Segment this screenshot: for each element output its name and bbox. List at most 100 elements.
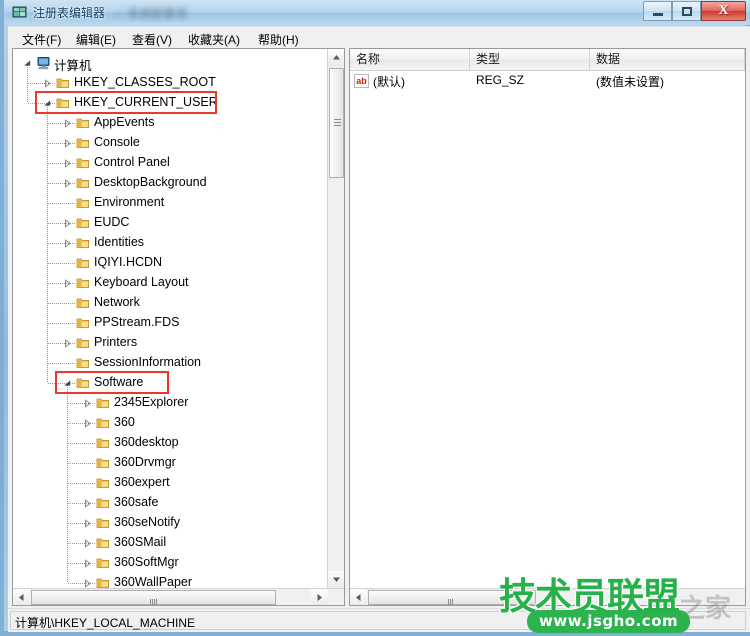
tree-scroll-thumb[interactable] bbox=[329, 68, 344, 178]
expand-arrow-icon[interactable] bbox=[43, 79, 52, 88]
collapse-arrow-icon[interactable] bbox=[23, 59, 32, 68]
tree-item-360[interactable]: 360 bbox=[13, 413, 329, 433]
tree-item-360drvmgr[interactable]: 360Drvmgr bbox=[13, 453, 329, 473]
tree-item-iqiyi-hcdn[interactable]: IQIYI.HCDN bbox=[13, 253, 329, 273]
tree-vertical-scrollbar[interactable] bbox=[327, 49, 344, 588]
tree-hscroll-thumb[interactable] bbox=[31, 590, 276, 605]
collapse-arrow-icon[interactable] bbox=[63, 379, 72, 388]
tree-item-360safe[interactable]: 360safe bbox=[13, 493, 329, 513]
tree-item-sessioninformation[interactable]: SessionInformation bbox=[13, 353, 329, 373]
close-icon: X bbox=[718, 3, 729, 18]
value-type: REG_SZ bbox=[476, 73, 525, 87]
expand-arrow-icon[interactable] bbox=[83, 519, 92, 528]
column-header-2[interactable]: 数据 bbox=[590, 49, 745, 70]
tree-horizontal-scrollbar[interactable] bbox=[13, 588, 344, 605]
column-header-0[interactable]: 名称 bbox=[350, 49, 470, 70]
maximize-icon bbox=[682, 7, 692, 16]
tree-item-hkey-classes-root[interactable]: HKEY_CLASSES_ROOT bbox=[13, 73, 329, 93]
status-bar: 计算机\HKEY_LOCAL_MACHINE bbox=[8, 608, 750, 632]
expand-arrow-icon[interactable] bbox=[83, 399, 92, 408]
tree-item-appevents[interactable]: AppEvents bbox=[13, 113, 329, 133]
expand-arrow-icon[interactable] bbox=[63, 119, 72, 128]
expand-arrow-icon[interactable] bbox=[83, 579, 92, 588]
values-horizontal-scrollbar[interactable] bbox=[350, 588, 745, 605]
tree-item-network[interactable]: Network bbox=[13, 293, 329, 313]
tree-item-[interactable]: 计算机 bbox=[13, 53, 329, 73]
tree-item-identities[interactable]: Identities bbox=[13, 233, 329, 253]
tree-scroll-right-button[interactable] bbox=[311, 589, 328, 605]
registry-tree-pane[interactable]: 计算机 HKEY_CLASSES_ROOT HKEY_CURRENT_USER App… bbox=[12, 48, 345, 606]
value-row[interactable]: ab (默认) REG_SZ (数值未设置) bbox=[350, 72, 745, 91]
tree-item-control-panel[interactable]: Control Panel bbox=[13, 153, 329, 173]
tree-item-2345explorer[interactable]: 2345Explorer bbox=[13, 393, 329, 413]
folder-icon bbox=[76, 296, 90, 310]
tree-item-console[interactable]: Console bbox=[13, 133, 329, 153]
tree-scroll-down-button[interactable] bbox=[328, 571, 344, 588]
minimize-button[interactable] bbox=[643, 1, 672, 21]
tree-scroll-up-button[interactable] bbox=[328, 49, 344, 66]
menu-item-3[interactable]: 收藏夹(A) bbox=[182, 30, 246, 49]
tree-item-label: HKEY_CURRENT_USER bbox=[74, 95, 218, 109]
maximize-button[interactable] bbox=[672, 1, 701, 21]
expand-arrow-icon[interactable] bbox=[63, 279, 72, 288]
tree-item-label: Network bbox=[94, 295, 140, 309]
computer-icon bbox=[36, 56, 51, 70]
folder-icon bbox=[56, 96, 70, 110]
menu-item-1[interactable]: 编辑(E) bbox=[70, 30, 122, 49]
tree-item-360expert[interactable]: 360expert bbox=[13, 473, 329, 493]
tree-item-printers[interactable]: Printers bbox=[13, 333, 329, 353]
folder-icon bbox=[76, 316, 90, 330]
expand-arrow-icon[interactable] bbox=[83, 559, 92, 568]
client-area: 计算机 HKEY_CLASSES_ROOT HKEY_CURRENT_USER App… bbox=[8, 48, 750, 608]
column-header-1[interactable]: 类型 bbox=[470, 49, 590, 70]
tree-item-label: Identities bbox=[94, 235, 145, 249]
expand-arrow-icon[interactable] bbox=[63, 239, 72, 248]
tree-item-360senotify[interactable]: 360seNotify bbox=[13, 513, 329, 533]
expand-arrow-icon[interactable] bbox=[63, 339, 72, 348]
expand-arrow-icon[interactable] bbox=[63, 159, 72, 168]
tree-item-label: 360Drvmgr bbox=[114, 455, 176, 469]
tree-item-eudc[interactable]: EUDC bbox=[13, 213, 329, 233]
tree-item-label: 360safe bbox=[114, 495, 159, 509]
expand-arrow-icon[interactable] bbox=[83, 419, 92, 428]
value-name: (默认) bbox=[373, 75, 405, 89]
expand-arrow-icon[interactable] bbox=[63, 179, 72, 188]
tree-item-360wallpaper[interactable]: 360WallPaper bbox=[13, 573, 329, 589]
tree-item-software[interactable]: Software bbox=[13, 373, 329, 393]
tree-item-desktopbackground[interactable]: DesktopBackground bbox=[13, 173, 329, 193]
tree-item-label: Printers bbox=[94, 335, 138, 349]
menu-item-2[interactable]: 查看(V) bbox=[126, 30, 178, 49]
expand-arrow-icon[interactable] bbox=[83, 499, 92, 508]
folder-icon bbox=[96, 416, 110, 430]
window-title: 注册表编辑器 bbox=[33, 6, 106, 20]
tree-item-label: 360SoftMgr bbox=[114, 555, 179, 569]
collapse-arrow-icon[interactable] bbox=[43, 99, 52, 108]
folder-icon bbox=[96, 556, 110, 570]
title-bar[interactable]: 注册表编辑器 — 系统配置项 X bbox=[4, 0, 750, 25]
expand-arrow-icon[interactable] bbox=[63, 139, 72, 148]
tree-item-360desktop[interactable]: 360desktop bbox=[13, 433, 329, 453]
menu-item-4[interactable]: 帮助(H) bbox=[252, 30, 305, 49]
values-hscroll-thumb[interactable] bbox=[368, 590, 536, 605]
close-button[interactable]: X bbox=[701, 1, 746, 21]
tree-item-label: 360desktop bbox=[114, 435, 179, 449]
menu-bar: 文件(F) 编辑(E) 查看(V) 收藏夹(A) 帮助(H) bbox=[8, 26, 750, 49]
tree-scroll-left-button[interactable] bbox=[13, 589, 30, 605]
menu-item-0[interactable]: 文件(F) bbox=[16, 30, 67, 49]
tree-item-environment[interactable]: Environment bbox=[13, 193, 329, 213]
tree-item-ppstream-fds[interactable]: PPStream.FDS bbox=[13, 313, 329, 333]
tree-item-hkey-current-user[interactable]: HKEY_CURRENT_USER bbox=[13, 93, 329, 113]
folder-icon bbox=[96, 456, 110, 470]
folder-icon bbox=[76, 176, 90, 190]
tree-item-360softmgr[interactable]: 360SoftMgr bbox=[13, 553, 329, 573]
values-scroll-left-button[interactable] bbox=[350, 589, 367, 605]
registry-values-pane[interactable]: 名称 类型 数据 ab (默认) REG_SZ (数值未设置) bbox=[349, 48, 746, 606]
tree-guide-tick bbox=[48, 363, 76, 364]
folder-icon bbox=[76, 136, 90, 150]
folder-icon bbox=[96, 476, 110, 490]
expand-arrow-icon[interactable] bbox=[63, 219, 72, 228]
tree-item-360smail[interactable]: 360SMail bbox=[13, 533, 329, 553]
tree-item-label: AppEvents bbox=[94, 115, 155, 129]
expand-arrow-icon[interactable] bbox=[83, 539, 92, 548]
tree-item-keyboard-layout[interactable]: Keyboard Layout bbox=[13, 273, 329, 293]
